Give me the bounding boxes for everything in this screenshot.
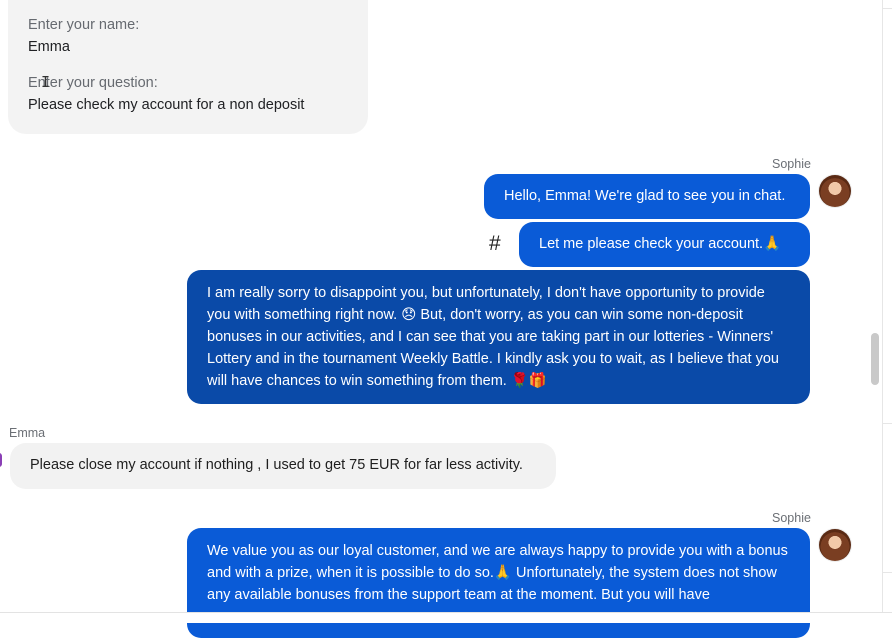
sender-name-sophie: Sophie (772, 157, 811, 171)
question-field-value: Please check my account for a non deposi… (28, 97, 305, 113)
sender-name-emma: Emma (9, 426, 46, 440)
panel-divider (882, 0, 883, 612)
message-bubble-outgoing[interactable]: Hello, Emma! We're glad to see you in ch… (484, 174, 810, 219)
text-cursor-icon: I (41, 73, 51, 91)
bottom-divider (0, 612, 892, 613)
bottom-strip (0, 613, 892, 623)
message-text: Please close my account if nothing , I u… (30, 457, 523, 473)
message-text: I am really sorry to disappoint you, but… (207, 285, 779, 389)
message-text: Hello, Emma! We're glad to see you in ch… (504, 188, 786, 204)
agent-avatar[interactable] (819, 529, 851, 561)
name-field-value: Emma (28, 39, 70, 55)
name-field-label: Enter your name: (28, 17, 140, 33)
message-text: Let me please check your account.🙏 (539, 236, 782, 252)
panel-divider (883, 572, 892, 573)
chat-scrollbar-track[interactable] (867, 0, 881, 612)
panel-divider (883, 8, 892, 9)
message-bubble-outgoing[interactable]: Let me please check your account.🙏 (519, 222, 810, 267)
chat-scrollbar-thumb[interactable] (871, 333, 879, 385)
message-text: We value you as our loyal customer, and … (207, 543, 788, 603)
message-bubble-outgoing[interactable]: I am really sorry to disappoint you, but… (187, 270, 810, 404)
hash-icon[interactable]: # (489, 232, 501, 256)
panel-divider (883, 423, 892, 424)
prechat-form-card: Enter your name: Emma Enter your questio… (8, 0, 368, 134)
sender-name-sophie: Sophie (772, 511, 811, 525)
user-avatar-edge (0, 453, 2, 467)
agent-avatar[interactable] (819, 175, 851, 207)
message-bubble-incoming[interactable]: Please close my account if nothing , I u… (10, 443, 556, 489)
